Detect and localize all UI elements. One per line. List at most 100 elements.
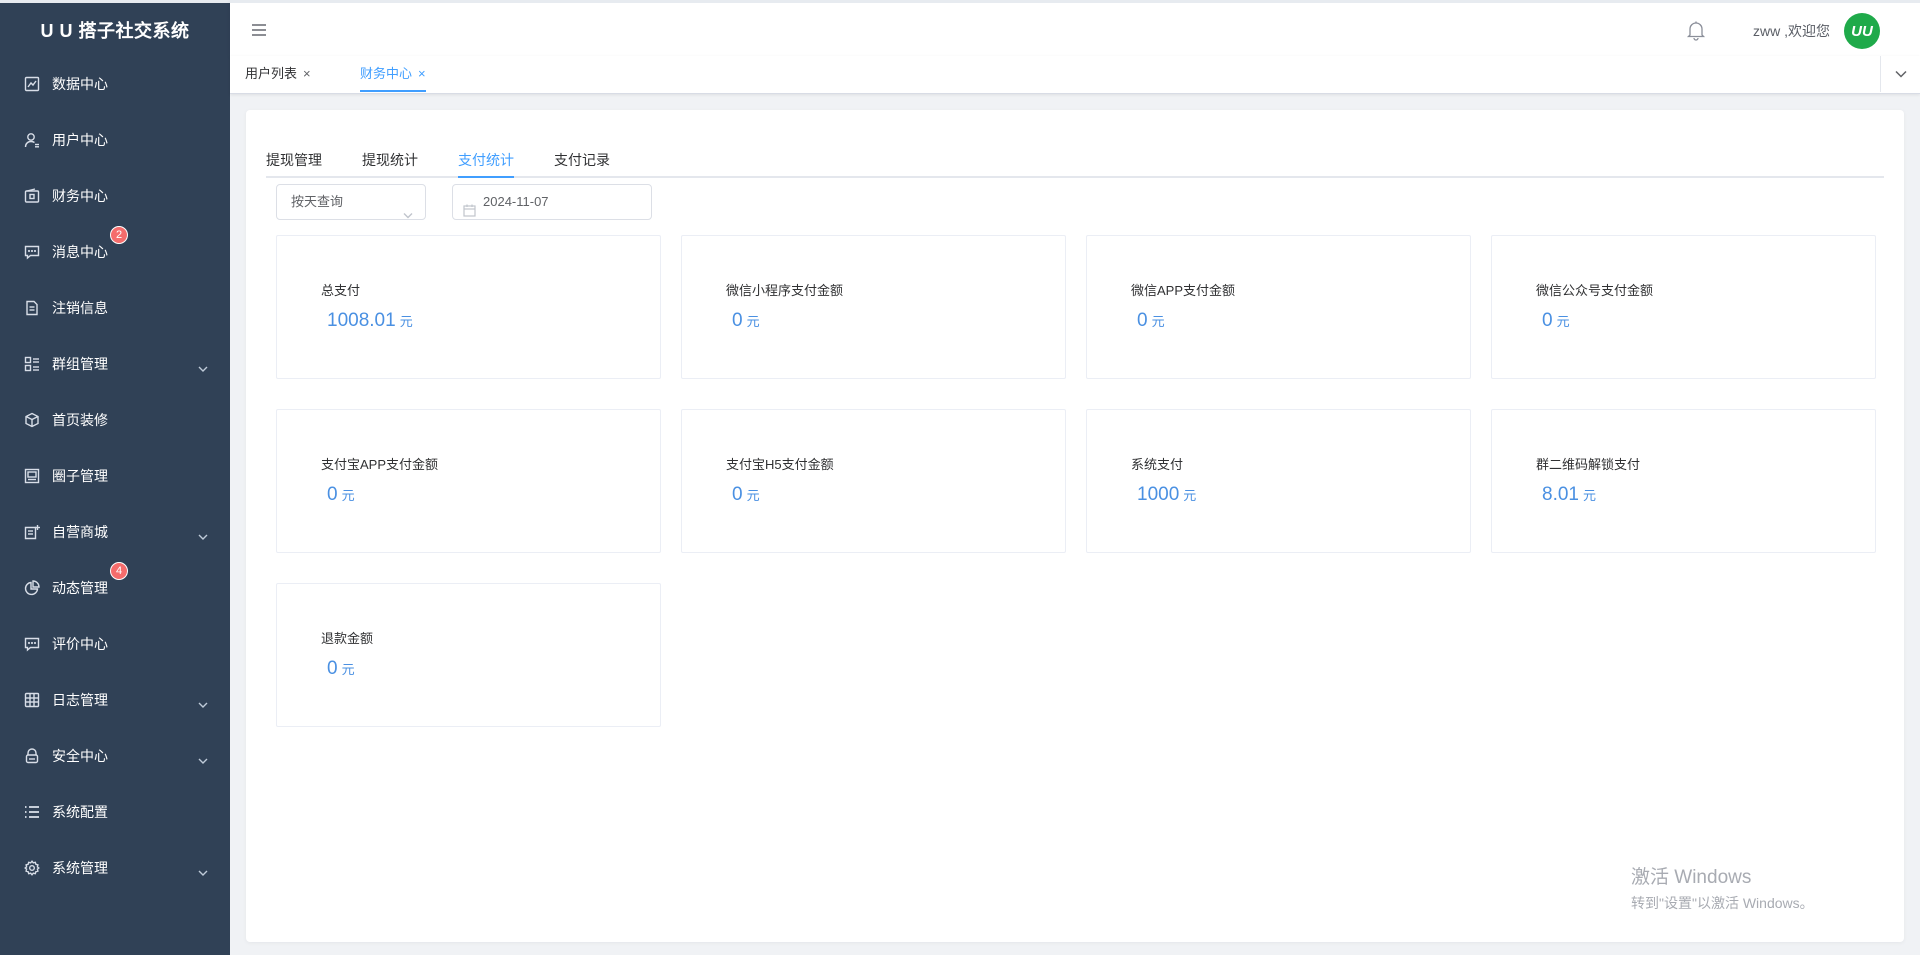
stat-label: 总支付 [321,283,361,298]
notification-badge: 4 [110,562,128,580]
tags-dropdown-chevron-icon[interactable] [1880,56,1920,92]
stat-number: 0 [327,484,338,505]
sub-tabs: 提现管理 提现统计 支付统计 支付记录 [266,136,1884,178]
stat-label: 微信APP支付金额 [1131,283,1236,298]
stat-unit: 元 [1582,488,1596,503]
stat-label: 支付宝H5支付金额 [726,457,834,472]
stat-card-alipay-app: 支付宝APP支付金额 0元 [276,409,661,553]
stat-unit: 元 [341,662,355,677]
sidebar-item-log-management[interactable]: 日志管理 [0,672,230,728]
message-icon [24,244,40,260]
sidebar-item-data-center[interactable]: 数据中心 [0,56,230,112]
date-picker[interactable]: 2024-11-07 [452,184,652,220]
stat-value: 1000 元 [1137,484,1196,506]
tag-user-list[interactable]: 用户列表 × [245,56,311,92]
sidebar-item-label: 系统管理 [52,860,108,876]
sidebar-item-review-center[interactable]: 评价中心 [0,616,230,672]
stat-unit: 元 [1151,314,1165,329]
list-icon [24,804,40,820]
stat-number: 0 [1542,310,1553,331]
sidebar-item-system-config[interactable]: 系统配置 [0,784,230,840]
chevron-down-icon [198,752,208,764]
stat-number: 8.01 [1542,484,1579,505]
tag-finance-center[interactable]: 财务中心 × [360,56,426,92]
sidebar-item-group-management[interactable]: 群组管理 [0,336,230,392]
stat-value: 1008.01 元 [327,310,413,332]
sidebar-item-home-decoration[interactable]: 首页装修 [0,392,230,448]
avatar[interactable]: UU [1844,13,1880,49]
image-icon [24,468,40,484]
sidebar-item-label: 系统配置 [52,804,108,820]
stat-card-system-payment: 系统支付 1000 元 [1086,409,1471,553]
chevron-down-icon [198,696,208,708]
sidebar-item-security-center[interactable]: 安全中心 [0,728,230,784]
notification-badge: 2 [110,226,128,244]
stat-card-wechat-official-account: 微信公众号支付金额 0元 [1491,235,1876,379]
close-icon[interactable]: × [418,66,426,81]
sidebar-item-label: 财务中心 [52,188,108,204]
main-card: 提现管理 提现统计 支付统计 支付记录 按天查询 2024-11-07 总支付 … [246,110,1904,942]
sidebar-item-user-center[interactable]: 用户中心 [0,112,230,168]
chevron-down-icon [403,198,413,219]
sidebar-item-finance-center[interactable]: 财务中心 [0,168,230,224]
tab-payment-records[interactable]: 支付记录 [554,150,610,178]
sidebar-item-label: 首页装修 [52,412,108,428]
stat-unit: 元 [341,488,355,503]
sidebar-item-label: 评价中心 [52,636,108,652]
welcome-text: zww ,欢迎您 [1753,23,1830,39]
sidebar-item-label: 安全中心 [52,748,108,764]
bell-icon[interactable] [1685,19,1707,41]
stat-label: 群二维码解锁支付 [1536,457,1641,472]
sidebar-item-label: 注销信息 [52,300,108,316]
hamburger-menu-icon[interactable] [250,21,270,41]
shop-icon [24,524,40,540]
tag-label: 财务中心 [360,66,413,81]
stat-label: 退款金额 [321,631,374,646]
group-icon [24,356,40,372]
comment-icon [24,636,40,652]
document-icon [24,300,40,316]
stat-number: 1008.01 [327,310,396,331]
stat-unit: 元 [1556,314,1570,329]
sidebar-item-cancellation-info[interactable]: 注销信息 [0,280,230,336]
sidebar-item-message-center[interactable]: 消息中心 2 [0,224,230,280]
close-icon[interactable]: × [303,66,311,81]
sidebar-item-text: 动态管理 [52,580,108,596]
stat-value: 0元 [327,658,355,680]
sidebar-item-feed-management[interactable]: 动态管理 4 [0,560,230,616]
stat-number: 0 [732,484,743,505]
sidebar-item-label: 日志管理 [52,692,108,708]
chart-icon [24,76,40,92]
pie-icon [24,580,40,596]
sidebar-item-label: 圈子管理 [52,468,108,484]
sidebar-item-circle-management[interactable]: 圈子管理 [0,448,230,504]
watermark-subtitle: 转到"设置"以激活 Windows。 [1631,895,1814,911]
sidebar-item-self-operated-mall[interactable]: 自营商城 [0,504,230,560]
tab-payment-statistics[interactable]: 支付统计 [458,150,514,178]
stat-number: 0 [732,310,743,331]
stat-card-wechat-miniprogram: 微信小程序支付金额 0元 [681,235,1066,379]
tab-withdrawal-statistics[interactable]: 提现统计 [362,150,418,178]
stat-card-group-qr-unlock: 群二维码解锁支付 8.01 元 [1491,409,1876,553]
sidebar-item-label: 自营商城 [52,524,108,540]
tab-withdrawal-management[interactable]: 提现管理 [266,150,322,178]
stat-label: 微信小程序支付金额 [726,283,844,298]
query-mode-select[interactable]: 按天查询 [276,184,426,220]
sidebar-item-label: 群组管理 [52,356,108,372]
lock-icon [24,748,40,764]
stat-value: 0元 [1137,310,1165,332]
chevron-down-icon [198,528,208,540]
sidebar-menu: 数据中心 用户中心 财务中心 消息中心 2 注销信息 群组管理 首页装修 圈子管… [0,56,230,896]
stat-value: 0元 [732,484,760,506]
calendar-icon [463,196,476,217]
stat-value: 0元 [732,310,760,332]
watermark-title: 激活 Windows [1631,867,1752,888]
sidebar-item-text: 消息中心 [52,244,108,260]
sidebar-item-system-management[interactable]: 系统管理 [0,840,230,896]
stat-unit: 元 [399,314,413,329]
stat-unit: 元 [746,488,760,503]
stat-value: 0元 [327,484,355,506]
stat-card-alipay-h5: 支付宝H5支付金额 0元 [681,409,1066,553]
windows-activation-watermark: 激活 Windows 转到"设置"以激活 Windows。 [1631,862,1814,913]
query-mode-value: 按天查询 [291,194,344,209]
